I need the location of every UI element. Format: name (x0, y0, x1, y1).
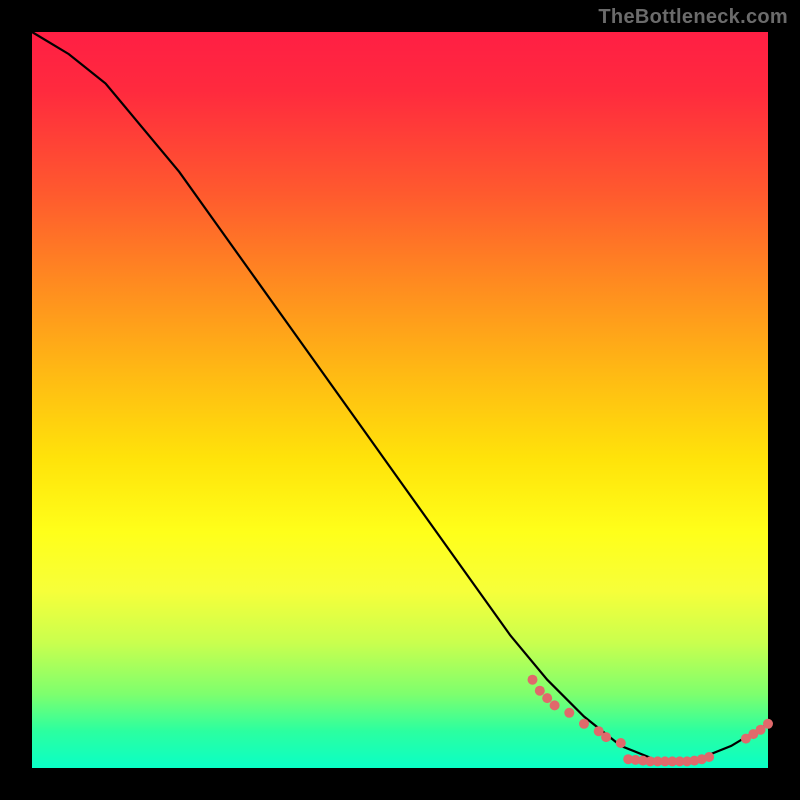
marker-dot (542, 693, 552, 703)
marker-dot (616, 738, 626, 748)
marker-dot (601, 732, 611, 742)
marker-dot (535, 686, 545, 696)
marker-dot (579, 719, 589, 729)
marker-dot (763, 719, 773, 729)
marker-dot (564, 708, 574, 718)
marker-dot (704, 752, 714, 762)
chart-frame: TheBottleneck.com (0, 0, 800, 800)
bottleneck-curve (32, 32, 768, 761)
watermark-text: TheBottleneck.com (598, 6, 788, 29)
marker-dot (528, 675, 538, 685)
marker-dot (550, 700, 560, 710)
marker-dots-group (528, 675, 774, 767)
chart-overlay-svg (32, 32, 768, 768)
